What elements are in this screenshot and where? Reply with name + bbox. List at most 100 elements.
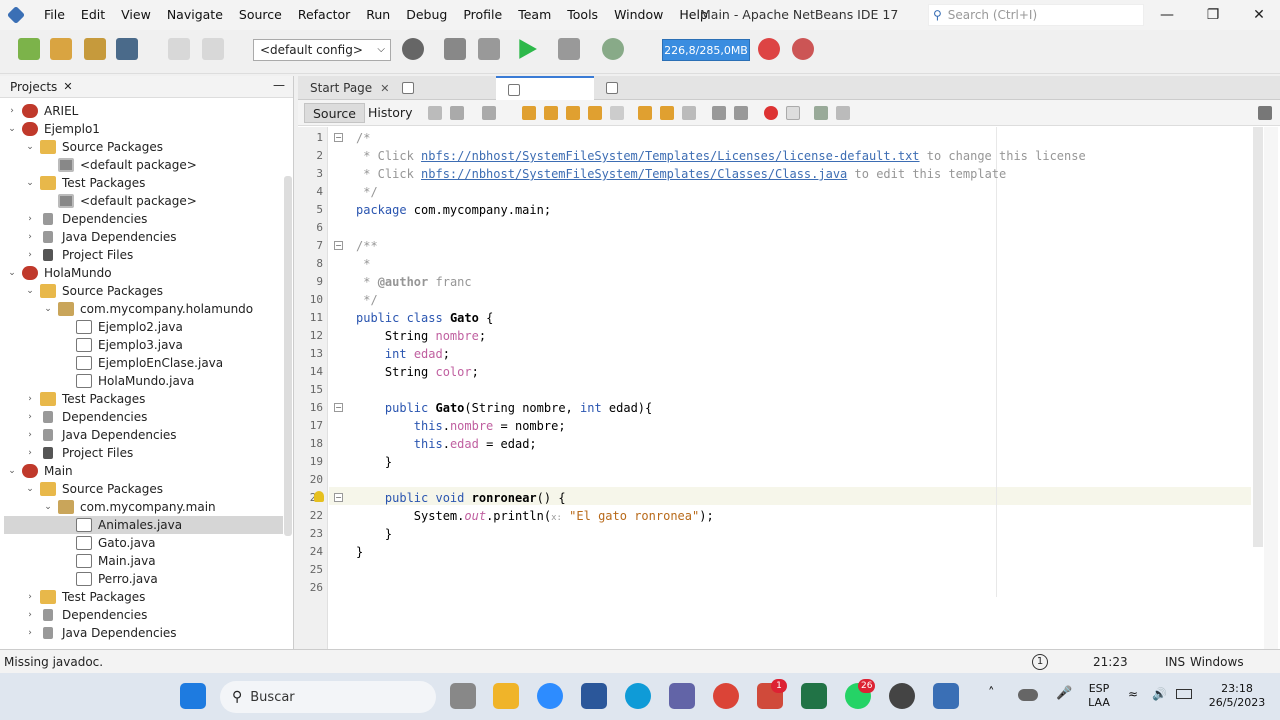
tab-gato-java[interactable]: Gato.java✕ bbox=[496, 76, 594, 121]
taskbar-search[interactable]: ⚲ Buscar bbox=[220, 681, 436, 713]
menu-team[interactable]: Team bbox=[510, 0, 559, 30]
fold-toggle-icon[interactable]: − bbox=[334, 403, 343, 412]
uncomment-icon[interactable] bbox=[836, 106, 850, 120]
tab-main-java[interactable]: Main.java✕ bbox=[390, 76, 496, 119]
shift-left-icon[interactable] bbox=[712, 106, 726, 120]
netbeans-taskbar-icon[interactable] bbox=[933, 683, 959, 709]
projects-title[interactable]: Projects bbox=[10, 80, 57, 94]
start-icon[interactable] bbox=[180, 683, 206, 709]
tree-item[interactable]: › Test Packages bbox=[24, 390, 145, 408]
battery-icon[interactable] bbox=[1176, 689, 1192, 699]
tree-item[interactable]: ⌄ Test Packages bbox=[24, 174, 145, 192]
tree-item[interactable]: Ejemplo3.java bbox=[60, 336, 183, 354]
build-hammer-icon[interactable] bbox=[444, 38, 466, 60]
find-previous-icon[interactable] bbox=[544, 106, 558, 120]
task-view-icon[interactable] bbox=[450, 683, 476, 709]
chevron-down-icon[interactable]: ⌄ bbox=[6, 462, 18, 480]
tree-item[interactable]: <default package> bbox=[42, 156, 197, 174]
open-project-icon[interactable] bbox=[84, 38, 106, 60]
profile-icon[interactable] bbox=[602, 38, 624, 60]
tree-item[interactable]: ⌄ Source Packages bbox=[24, 480, 163, 498]
language-indicator[interactable]: ESP LAA bbox=[1086, 682, 1112, 710]
tree-item[interactable]: › Project Files bbox=[24, 246, 133, 264]
debug-icon[interactable] bbox=[558, 38, 580, 60]
chevron-down-icon[interactable]: ⌄ bbox=[42, 300, 54, 318]
chevron-down-icon[interactable]: ⌄ bbox=[6, 120, 18, 138]
globe-icon[interactable] bbox=[402, 38, 424, 60]
chrome-icon[interactable] bbox=[713, 683, 739, 709]
chevron-down-icon[interactable]: ⌄ bbox=[24, 174, 36, 192]
tree-item[interactable]: › Java Dependencies bbox=[24, 624, 176, 642]
menu-profile[interactable]: Profile bbox=[455, 0, 510, 30]
tree-item[interactable]: Perro.java bbox=[60, 570, 158, 588]
shift-right-icon[interactable] bbox=[734, 106, 748, 120]
tree-item[interactable]: ⌄ com.mycompany.main bbox=[42, 498, 216, 516]
tree-item[interactable]: Ejemplo2.java bbox=[60, 318, 183, 336]
teams-icon[interactable] bbox=[669, 683, 695, 709]
volume-icon[interactable]: 🔊 bbox=[1152, 687, 1167, 701]
tree-item[interactable]: ⌄ HolaMundo bbox=[6, 264, 112, 282]
edge-icon[interactable] bbox=[625, 683, 651, 709]
toggle-highlight-icon[interactable] bbox=[610, 106, 624, 120]
microphone-icon[interactable]: 🎤 bbox=[1056, 687, 1072, 701]
menu-view[interactable]: View bbox=[113, 0, 159, 30]
gc-profile-icon[interactable] bbox=[792, 38, 814, 60]
chevron-up-icon[interactable]: ˄ bbox=[988, 687, 995, 701]
config-select[interactable]: <default config> ⌵ bbox=[253, 39, 391, 61]
tree-item[interactable]: EjemploEnClase.java bbox=[60, 354, 223, 372]
chevron-down-icon[interactable]: ⌄ bbox=[42, 498, 54, 516]
menu-tools[interactable]: Tools bbox=[559, 0, 606, 30]
obs-icon[interactable] bbox=[889, 683, 915, 709]
word-icon[interactable] bbox=[581, 683, 607, 709]
split-editor-icon[interactable] bbox=[1258, 106, 1272, 120]
fold-toggle-icon[interactable]: − bbox=[334, 133, 343, 142]
notifications-badge[interactable]: 1 bbox=[1032, 654, 1048, 670]
forward-icon[interactable] bbox=[482, 106, 496, 120]
fold-toggle-icon[interactable]: − bbox=[334, 241, 343, 250]
chevron-right-icon[interactable]: › bbox=[24, 246, 36, 264]
tree-item[interactable]: › Dependencies bbox=[24, 408, 147, 426]
chevron-right-icon[interactable]: › bbox=[24, 390, 36, 408]
menu-debug[interactable]: Debug bbox=[398, 0, 455, 30]
tree-item[interactable]: › Java Dependencies bbox=[24, 426, 176, 444]
find-next-icon[interactable] bbox=[566, 106, 580, 120]
menu-navigate[interactable]: Navigate bbox=[159, 0, 231, 30]
new-project-icon[interactable] bbox=[50, 38, 72, 60]
chevron-right-icon[interactable]: › bbox=[24, 606, 36, 624]
tab-history[interactable]: History bbox=[360, 103, 420, 123]
tree-item[interactable]: ⌄ Main bbox=[6, 462, 73, 480]
tree-item[interactable]: HolaMundo.java bbox=[60, 372, 194, 390]
excel-icon[interactable] bbox=[801, 683, 827, 709]
chevron-down-icon[interactable]: ⌄ bbox=[24, 480, 36, 498]
menu-window[interactable]: Window bbox=[606, 0, 671, 30]
undo-icon[interactable] bbox=[168, 38, 190, 60]
close-icon[interactable]: ✕ bbox=[380, 82, 389, 95]
clean-build-icon[interactable] bbox=[478, 38, 500, 60]
tree-item[interactable]: ⌄ Ejemplo1 bbox=[6, 120, 100, 138]
menu-edit[interactable]: Edit bbox=[73, 0, 113, 30]
editor-scrollbar[interactable] bbox=[1253, 127, 1263, 547]
cloud-icon[interactable] bbox=[1018, 689, 1038, 701]
tree-item[interactable]: Main.java bbox=[60, 552, 156, 570]
tab-start-page[interactable]: Start Page ✕ bbox=[298, 76, 390, 100]
chevron-right-icon[interactable]: › bbox=[6, 102, 18, 120]
find-selection-icon[interactable] bbox=[588, 106, 602, 120]
search-field[interactable]: ⚲ Search (Ctrl+I) bbox=[928, 4, 1144, 26]
chevron-down-icon[interactable]: ⌄ bbox=[24, 138, 36, 156]
comment-icon[interactable] bbox=[814, 106, 828, 120]
stop-macro-icon[interactable] bbox=[786, 106, 800, 120]
tree-item[interactable]: › Test Packages bbox=[24, 588, 145, 606]
lightbulb-hint-icon[interactable] bbox=[314, 491, 324, 502]
memory-usage-bar[interactable]: 226,8/285,0MB bbox=[662, 39, 750, 61]
back-icon[interactable] bbox=[450, 106, 464, 120]
minimize-button[interactable]: — bbox=[1144, 0, 1190, 30]
chevron-right-icon[interactable]: › bbox=[24, 210, 36, 228]
chevron-right-icon[interactable]: › bbox=[24, 588, 36, 606]
menu-source[interactable]: Source bbox=[231, 0, 290, 30]
find-icon[interactable] bbox=[522, 106, 536, 120]
chevron-down-icon[interactable]: ⌄ bbox=[6, 264, 18, 282]
tree-item[interactable]: › Dependencies bbox=[24, 210, 147, 228]
tree-item[interactable]: ⌄ com.mycompany.holamundo bbox=[42, 300, 253, 318]
next-bookmark-icon[interactable] bbox=[660, 106, 674, 120]
redo-icon[interactable] bbox=[202, 38, 224, 60]
